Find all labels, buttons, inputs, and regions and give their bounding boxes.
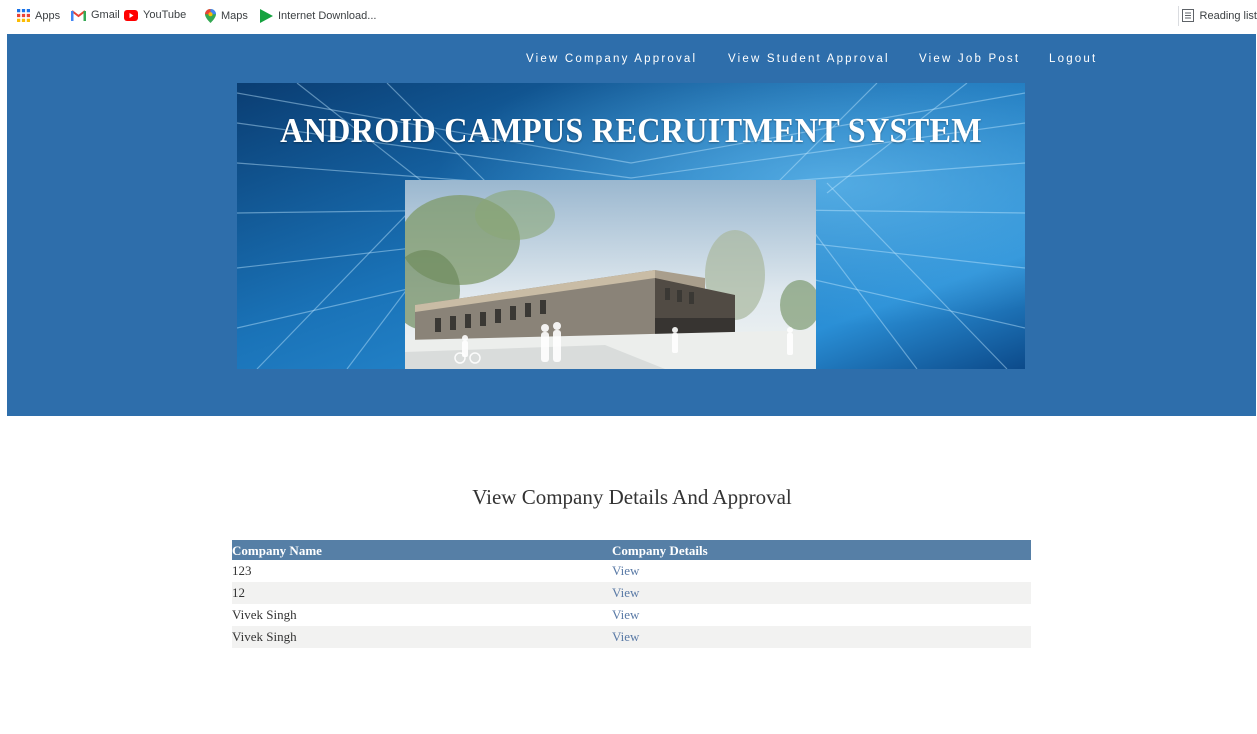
bookmarks-bar: Apps Gmail YouTube Maps Internet Downloa… bbox=[0, 0, 1257, 32]
bookmark-youtube[interactable]: YouTube bbox=[124, 9, 186, 21]
gmail-icon bbox=[71, 9, 86, 21]
nav-view-job-post[interactable]: View Job Post bbox=[919, 53, 1020, 65]
column-header-company-details: Company Details bbox=[612, 543, 708, 558]
table-row: 12 View bbox=[232, 582, 1031, 604]
view-details-link[interactable]: View bbox=[612, 585, 639, 600]
bookmark-maps[interactable]: Maps bbox=[205, 9, 248, 23]
bookmark-label: Apps bbox=[35, 9, 61, 22]
company-name-cell: 12 bbox=[232, 585, 245, 600]
bookmark-label: Gmail bbox=[91, 9, 120, 21]
company-name-cell: 123 bbox=[232, 563, 252, 578]
view-details-link[interactable]: View bbox=[612, 629, 639, 644]
reading-list-label: Reading list bbox=[1199, 9, 1257, 22]
bookmark-internet-download[interactable]: Internet Download... bbox=[259, 9, 376, 23]
site-header: View Company Approval View Student Appro… bbox=[7, 34, 1256, 416]
table-row: Vivek Singh View bbox=[232, 626, 1031, 648]
bookmark-apps[interactable]: Apps bbox=[17, 9, 60, 22]
header-banner: ANDROID CAMPUS RECRUITMENT SYSTEM bbox=[237, 83, 1025, 369]
bookmarks-divider bbox=[1178, 6, 1179, 26]
bookmark-gmail[interactable]: Gmail bbox=[71, 9, 120, 21]
reading-list-icon bbox=[1181, 9, 1194, 22]
main-nav: View Company Approval View Student Appro… bbox=[7, 53, 1256, 69]
banner-title: ANDROID CAMPUS RECRUITMENT SYSTEM bbox=[280, 111, 982, 150]
nav-view-student-approval[interactable]: View Student Approval bbox=[728, 53, 890, 65]
table-row: Vivek Singh View bbox=[232, 604, 1031, 626]
download-play-icon bbox=[260, 9, 273, 23]
view-details-link[interactable]: View bbox=[612, 563, 639, 578]
campus-building-image bbox=[405, 180, 816, 369]
maps-pin-icon bbox=[205, 9, 216, 23]
bookmark-label: Internet Download... bbox=[278, 10, 377, 22]
bookmark-label: YouTube bbox=[143, 9, 187, 21]
bookmark-label: Maps bbox=[221, 10, 248, 22]
column-header-company-name: Company Name bbox=[232, 543, 322, 558]
view-details-link[interactable]: View bbox=[612, 607, 639, 622]
nav-view-company-approval[interactable]: View Company Approval bbox=[526, 53, 697, 65]
table-row: 123 View bbox=[232, 560, 1031, 582]
youtube-icon bbox=[124, 9, 138, 21]
table-header-row: Company Name Company Details bbox=[232, 540, 1031, 560]
apps-grid-icon bbox=[17, 9, 30, 22]
nav-logout[interactable]: Logout bbox=[1049, 53, 1097, 65]
company-table: Company Name Company Details 123 View 12… bbox=[232, 540, 1031, 648]
company-name-cell: Vivek Singh bbox=[232, 607, 297, 622]
reading-list-button[interactable]: Reading list bbox=[1181, 9, 1257, 22]
company-name-cell: Vivek Singh bbox=[232, 629, 297, 644]
page-title: View Company Details And Approval bbox=[472, 485, 792, 509]
